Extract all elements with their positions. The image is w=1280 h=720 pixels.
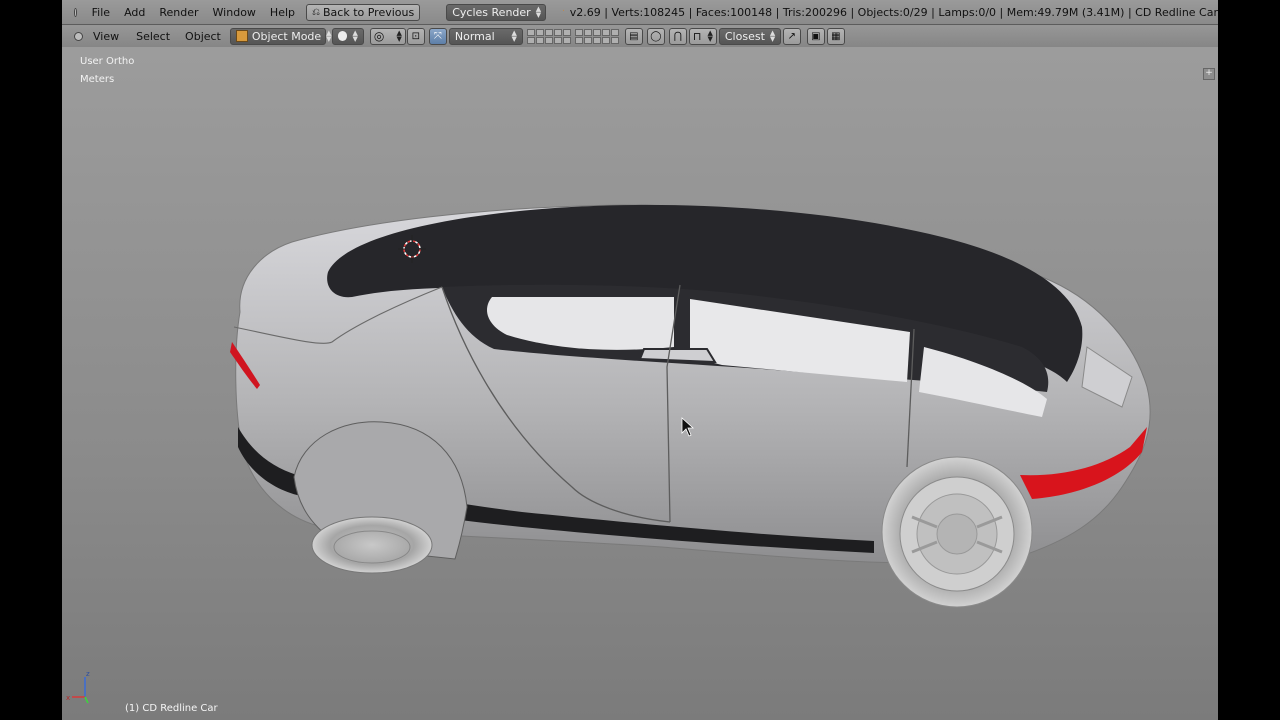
- blender-logo-icon: [563, 9, 564, 11]
- snap-toggle-button[interactable]: ⋂: [668, 27, 687, 45]
- render-engine-select[interactable]: Cycles Render ▲ ▼: [446, 3, 547, 21]
- axis-widget: z x: [66, 670, 90, 704]
- snap-target-value: Closest: [724, 29, 765, 43]
- render-preview-icon: ▣: [811, 30, 821, 42]
- axis-z-label: z: [86, 670, 90, 678]
- transform-manipulator-button[interactable]: ⤧: [428, 27, 447, 45]
- menu-view[interactable]: View: [91, 30, 126, 43]
- header-menu-toggle-icon[interactable]: [74, 7, 77, 17]
- snap-target-select[interactable]: Closest ▲ ▼: [718, 27, 781, 45]
- menu-help[interactable]: Help: [263, 6, 302, 19]
- car-model[interactable]: z x: [62, 47, 1218, 720]
- back-to-previous-label: Back to Previous: [323, 5, 415, 19]
- proportional-circle-icon: ◯: [650, 30, 662, 42]
- manipulator-icon: ⊡: [411, 30, 421, 42]
- 3d-view-header: View Select Object Object Mode ▲ ▼ ▲ ▼ ◎ ▲…: [62, 25, 1218, 48]
- menu-file[interactable]: File: [85, 6, 117, 19]
- 3d-viewport[interactable]: User Ortho Meters + z x (1) CD Redline C…: [62, 47, 1218, 720]
- magnet-snap-icon: ⋂: [673, 30, 682, 42]
- mode-select[interactable]: Object Mode ▲ ▼: [229, 27, 332, 45]
- layers-icon[interactable]: [526, 28, 571, 44]
- layers-icon[interactable]: [574, 28, 619, 44]
- select-arrows-icon: ▲ ▼: [535, 5, 542, 19]
- opengl-render-animation-button[interactable]: ▦: [826, 27, 845, 45]
- menu-select[interactable]: Select: [126, 30, 177, 43]
- info-header: File Add Render Window Help ⎌ Back to Pr…: [62, 0, 1218, 25]
- back-to-previous-button[interactable]: ⎌ Back to Previous: [306, 3, 421, 21]
- render-animation-icon: ▦: [831, 30, 841, 42]
- proportional-editing-button[interactable]: ◯: [646, 27, 665, 45]
- render-engine-value: Cycles Render: [452, 5, 531, 19]
- scene-statistics: v2.69 | Verts:108245 | Faces:100148 | Tr…: [569, 5, 1218, 19]
- select-arrows-icon: ▲ ▼: [707, 29, 713, 43]
- pivot-point-select[interactable]: ◎ ▲ ▼: [369, 27, 406, 45]
- select-arrows-icon: ▲ ▼: [769, 29, 776, 43]
- front-wheel: [311, 516, 433, 574]
- back-arrow-icon: ⎌: [312, 6, 320, 18]
- viewport-shading-select[interactable]: ▲ ▼: [331, 27, 364, 45]
- menu-add[interactable]: Add: [117, 6, 152, 19]
- lock-layers-button[interactable]: ▤: [624, 27, 643, 45]
- translate-arrows-icon: ⤧: [433, 30, 442, 42]
- pivot-icon: ◎: [373, 29, 385, 43]
- select-arrows-icon: ▲ ▼: [511, 29, 517, 43]
- blender-window: File Add Render Window Help ⎌ Back to Pr…: [62, 0, 1218, 720]
- snap-element-icon: ⊓: [692, 29, 702, 43]
- manipulator-toggle[interactable]: ⊡: [406, 27, 425, 45]
- snap-align-button[interactable]: ↗: [782, 27, 801, 45]
- transform-orientation-value: Normal: [454, 29, 495, 43]
- rear-hub-cap: [936, 513, 978, 555]
- menu-object[interactable]: Object: [177, 30, 228, 43]
- editor-type-icon[interactable]: [74, 31, 83, 41]
- menu-render[interactable]: Render: [152, 6, 205, 19]
- select-arrows-icon: ▲ ▼: [326, 29, 332, 43]
- cursor-icon: ↗: [787, 30, 797, 42]
- snap-element-select[interactable]: ⊓ ▲ ▼: [688, 27, 717, 45]
- opengl-render-image-button[interactable]: ▣: [806, 27, 825, 45]
- select-arrows-icon: ▲ ▼: [352, 29, 358, 43]
- active-object-label: (1) CD Redline Car: [125, 703, 218, 714]
- select-arrows-icon: ▲ ▼: [396, 29, 402, 43]
- layers-lock-icon: ▤: [629, 30, 639, 42]
- axis-x-label: x: [66, 694, 70, 702]
- mirror-base: [638, 348, 717, 364]
- object-mode-cube-icon: [235, 30, 248, 42]
- viewport-shading-icon: [337, 31, 348, 41]
- mode-value: Object Mode: [251, 29, 322, 43]
- menu-window[interactable]: Window: [206, 6, 263, 19]
- transform-orientation-select[interactable]: Normal ▲ ▼: [448, 27, 523, 45]
